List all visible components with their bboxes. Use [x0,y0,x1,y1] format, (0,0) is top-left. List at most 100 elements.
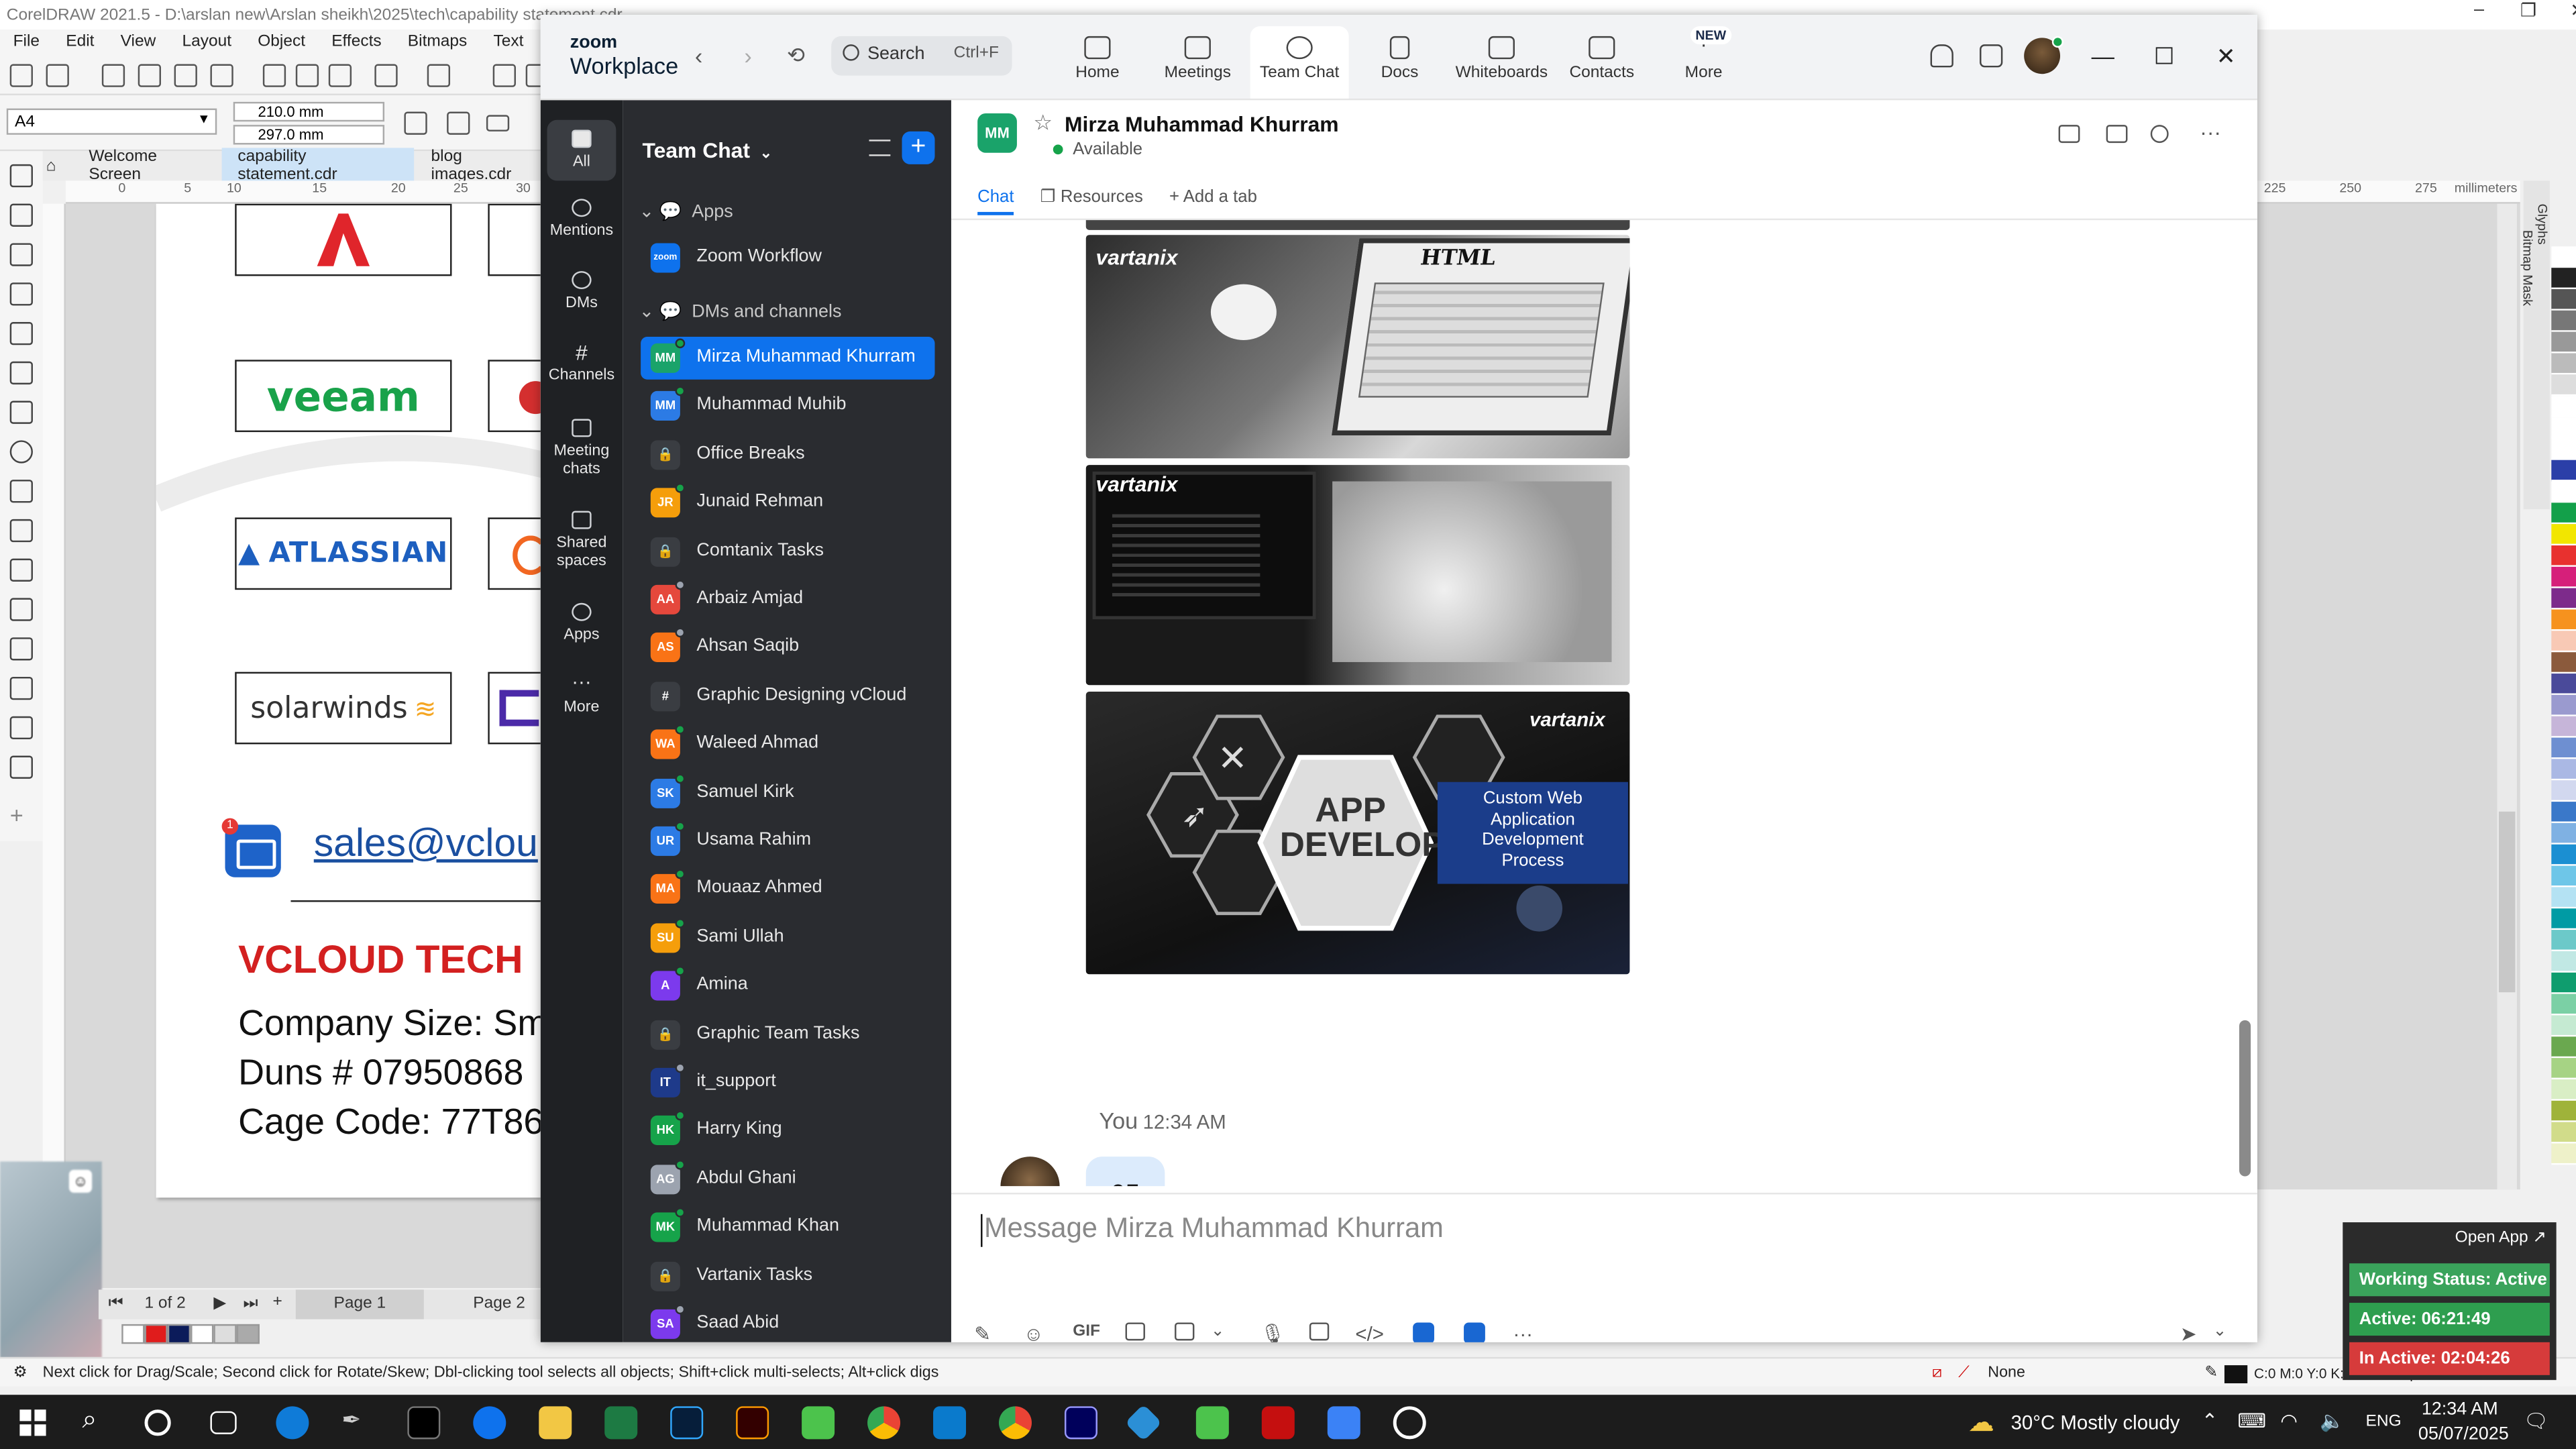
palette-swatch[interactable] [2551,417,2576,439]
palette-swatch[interactable] [2551,289,2576,311]
canvas-vertical-scrollbar[interactable] [2497,203,2517,1190]
back-icon[interactable]: ‹ [695,43,702,69]
copy-icon[interactable] [295,64,319,87]
menu-view[interactable]: View [107,30,169,56]
swatch-darkgray[interactable] [236,1324,260,1344]
landscape-icon[interactable] [486,115,510,131]
rail-channels[interactable]: # Channels [541,341,623,385]
page-tab-1[interactable]: Page 1 [295,1289,424,1320]
transparency-tool-icon[interactable] [9,676,33,700]
connector-tool-icon[interactable] [9,598,33,621]
palette-swatch[interactable] [2551,545,2576,567]
menu-bitmaps[interactable]: Bitmaps [394,30,480,56]
freehand-tool-icon[interactable] [9,322,33,345]
chat-list-item[interactable]: MM Muhammad Muhib [641,385,934,428]
palette-swatch[interactable] [2551,951,2576,973]
palette-swatch[interactable] [2551,716,2576,738]
calculator-icon[interactable] [1327,1406,1360,1440]
ellipse-tool-icon[interactable] [9,440,33,464]
minimize-icon[interactable]: – [2455,0,2504,21]
units-icon[interactable] [404,111,427,135]
palette-swatch[interactable] [2551,310,2576,332]
width-field[interactable]: 210.0 mm [233,101,385,122]
pen-app-icon[interactable]: ✒ [341,1406,374,1439]
vscode-icon[interactable] [933,1406,967,1440]
crop-tool-icon[interactable] [9,243,33,266]
palette-swatch[interactable] [2551,1100,2576,1122]
team-chat-dropdown[interactable]: Team Chat ⌄ [643,138,773,163]
rail-more[interactable]: ··· More [541,672,623,717]
cortana-icon[interactable] [144,1409,171,1436]
close-icon[interactable]: ✕ [2216,43,2236,71]
chat-list-item[interactable]: 🔒 Comtanix Tasks [641,530,934,573]
chat-list-item[interactable]: MM Mirza Muhammad Khurram [641,337,935,380]
feed-scrollbar[interactable] [2236,220,2252,1186]
video-call-icon[interactable] [2058,125,2080,144]
palette-swatch[interactable] [2551,631,2576,653]
palette-swatch[interactable] [2551,780,2576,802]
palette-swatch[interactable] [2551,353,2576,375]
next-page-icon[interactable]: ▶ [213,1295,226,1313]
clock-time[interactable]: 12:34 AM [2422,1400,2498,1419]
image-attachment-clipped[interactable] [1085,220,1630,230]
chat-list-item[interactable]: HK Harry King [641,1110,934,1152]
palette-swatch[interactable] [2551,588,2576,610]
height-field[interactable]: 297.0 mm [233,125,385,145]
tray-chevron-icon[interactable]: ⌃ [2202,1409,2218,1432]
outline-none-icon[interactable]: ⟋ [1958,1358,1969,1388]
chat-list-item[interactable]: IT it_support [641,1061,934,1104]
tab-contacts[interactable]: Contacts [1552,26,1651,99]
polygon-tool-icon[interactable] [9,480,33,503]
chat-list-item[interactable]: SU Sami Ullah [641,916,934,959]
palette-swatch[interactable] [2551,1036,2576,1059]
palette-swatch[interactable] [2551,908,2576,930]
cut-icon[interactable] [262,64,286,87]
terminal-icon[interactable] [407,1406,441,1440]
palette-swatch[interactable] [2551,737,2576,759]
palette-swatch[interactable] [2551,1143,2576,1165]
palette-swatch[interactable] [2551,1079,2576,1101]
swatch-navy[interactable] [167,1324,191,1344]
tab-blog[interactable]: blog images.cdr [415,148,555,184]
paste-icon[interactable] [328,64,352,87]
tab-team-chat[interactable]: Team Chat [1250,26,1349,99]
mic-icon[interactable]: 🎙 [1260,1322,1285,1342]
palette-swatch[interactable] [2551,972,2576,994]
pen-icon[interactable]: ✎ [2205,1358,2218,1388]
menu-object[interactable]: Object [245,30,319,56]
tab-meetings[interactable]: Meetings [1148,26,1247,99]
restore-icon[interactable]: ❐ [2504,0,2553,21]
chat-list-item[interactable]: AS Ahsan Saqib [641,627,934,669]
palette-swatch[interactable] [2551,502,2576,525]
volume-icon[interactable]: 🔈 [2320,1409,2345,1432]
send-options-chevron-icon[interactable]: ⌄ [2213,1322,2227,1340]
palette-swatch[interactable] [2551,1122,2576,1144]
maximize-icon[interactable]: ☐ [2154,43,2175,71]
network-icon[interactable]: ⌨ [2238,1409,2266,1432]
send-icon[interactable]: ➤ [2180,1322,2197,1342]
palette-swatch[interactable] [2551,566,2576,588]
palette-swatch[interactable] [2551,331,2576,354]
illustrator-icon[interactable] [736,1406,769,1440]
message-input[interactable]: Message Mirza Muhammad Khurram [981,1212,1444,1246]
chat-list-item[interactable]: MK Muhammad Khan [641,1206,934,1249]
screenshot-icon[interactable] [1175,1322,1195,1341]
task-view-icon[interactable] [210,1411,237,1434]
forward-icon[interactable]: › [744,43,751,69]
print-icon[interactable] [210,64,233,87]
rail-apps[interactable]: Apps [541,602,623,645]
chat-list-item[interactable]: MA Mouaaz Ahmed [641,868,934,911]
drawing-canvas[interactable]: veeam ▲ ATLASSIAN solarwinds ≋ 1 sales@vcl… [65,203,543,1289]
palette-swatch[interactable] [2551,652,2576,674]
media-player-icon[interactable] [1393,1406,1426,1440]
chat-list-item[interactable]: # Graphic Designing vCloud [641,675,934,718]
fill-none-icon[interactable]: ⧄ [1932,1358,1942,1388]
menu-edit[interactable]: Edit [53,30,107,56]
artistic-media-icon[interactable] [9,361,33,385]
contact-name[interactable]: Mirza Muhammad Khurram [1065,112,1339,137]
palette-swatch[interactable] [2551,674,2576,695]
notifications-bell-icon[interactable] [1930,44,1953,68]
palette-swatch[interactable] [2551,524,2576,546]
palette-swatch[interactable] [2551,844,2576,866]
bitmap-mask-docker-tab[interactable]: Bitmap Mask [2520,230,2535,509]
